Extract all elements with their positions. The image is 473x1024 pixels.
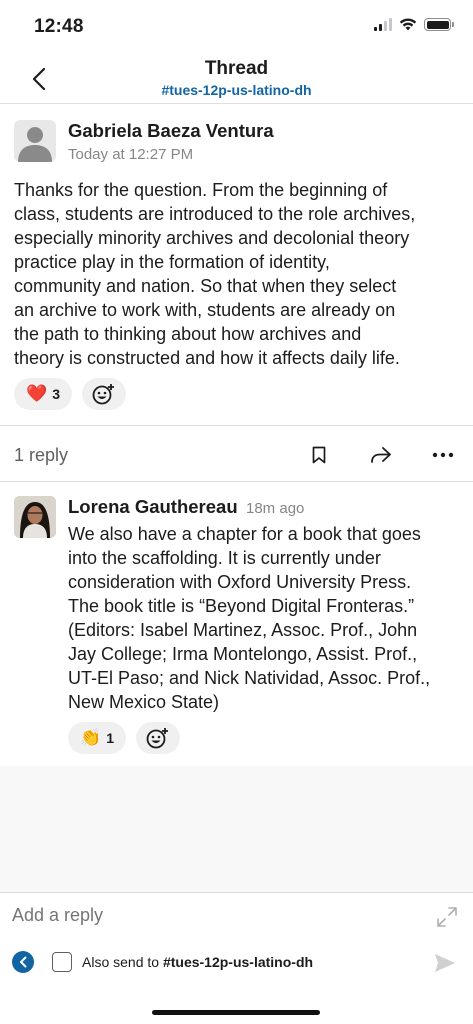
heart-reaction[interactable]: ❤️ 3 [14, 378, 72, 410]
profile-photo-icon [14, 496, 56, 538]
add-emoji-icon [92, 384, 114, 405]
message-timestamp: 18m ago [246, 500, 305, 517]
add-reaction-button[interactable] [136, 722, 180, 754]
thread-header: Thread #tues-12p-us-latino-dh [0, 56, 473, 104]
send-icon[interactable] [433, 951, 457, 975]
page-title: Thread [204, 58, 269, 79]
clap-icon: 👏 [80, 728, 102, 747]
message-body: Thanks for the question. From the beginn… [14, 180, 416, 368]
author-name[interactable]: Gabriela Baeza Ventura [68, 120, 274, 142]
add-reaction-button[interactable] [82, 378, 126, 410]
also-send-label: Also send to #tues-12p-us-latino-dh [82, 954, 314, 970]
also-send-checkbox[interactable] [52, 952, 72, 972]
more-icon [432, 452, 454, 458]
battery-icon [424, 18, 454, 31]
divider [0, 481, 473, 482]
status-time: 12:48 [34, 16, 84, 37]
collapse-button[interactable] [12, 951, 34, 973]
reply-count: 1 reply [14, 445, 69, 465]
wifi-icon [399, 18, 417, 31]
reply-input[interactable] [12, 905, 412, 926]
status-icons [374, 18, 454, 31]
avatar[interactable] [14, 496, 56, 538]
bookmark-icon [312, 446, 326, 464]
thread-empty-area [0, 766, 473, 892]
reaction-count: 1 [106, 730, 114, 746]
add-emoji-icon [146, 728, 168, 749]
share-icon [371, 447, 391, 463]
home-indicator [152, 1010, 320, 1015]
expand-icon[interactable] [435, 905, 459, 929]
channel-link[interactable]: #tues-12p-us-latino-dh [0, 82, 473, 98]
more-button[interactable] [428, 440, 458, 470]
chevron-left-icon [20, 956, 27, 968]
reaction-count: 3 [52, 386, 60, 402]
author-name[interactable]: Lorena Gauthereau [68, 496, 238, 518]
status-bar: 12:48 [0, 0, 473, 56]
heart-icon: ❤️ [26, 384, 48, 403]
bookmark-button[interactable] [304, 440, 334, 470]
message-timestamp: Today at 12:27 PM [68, 146, 194, 163]
signal-icon [374, 18, 392, 31]
also-send-channel: #tues-12p-us-latino-dh [162, 954, 314, 970]
avatar[interactable] [14, 120, 56, 162]
clap-reaction[interactable]: 👏 1 [68, 722, 126, 754]
user-placeholder-icon [18, 127, 52, 162]
message-body: We also have a chapter for a book that g… [68, 524, 431, 712]
divider [0, 425, 473, 426]
share-button[interactable] [366, 440, 396, 470]
reply-composer: Also send to #tues-12p-us-latino-dh [0, 892, 473, 1024]
